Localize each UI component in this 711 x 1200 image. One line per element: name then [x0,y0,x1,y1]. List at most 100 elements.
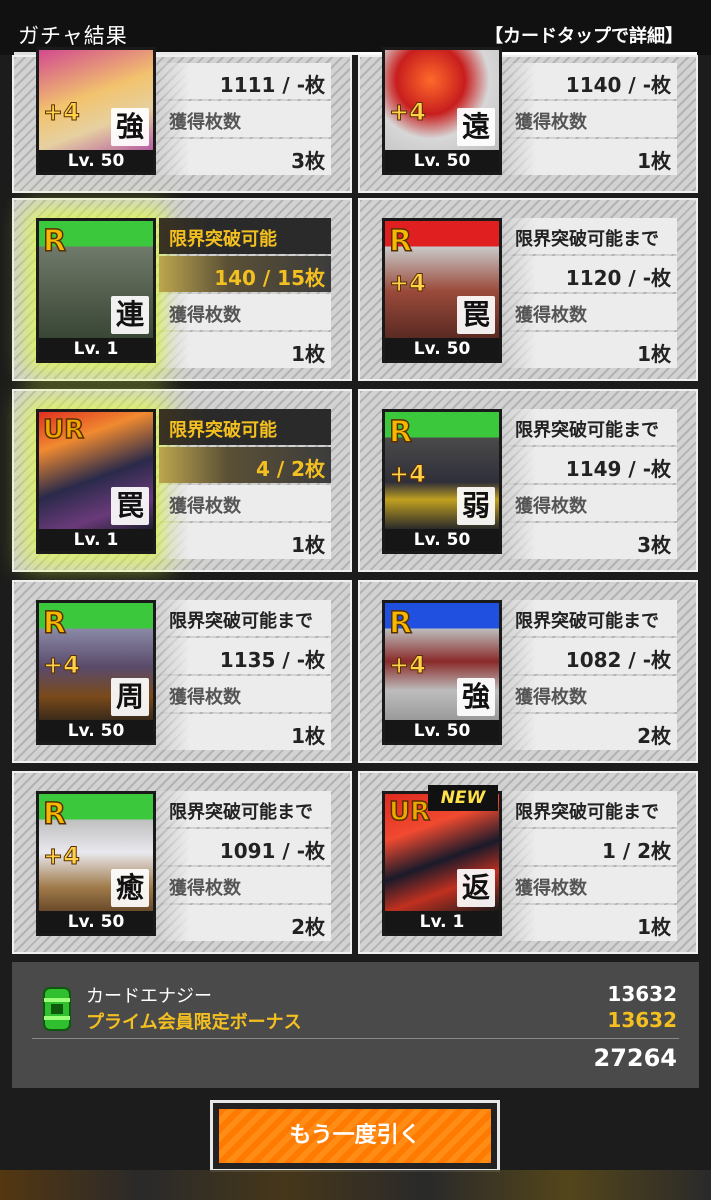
card-level: Lv. 50 [385,338,499,360]
acquired-label-row: 獲得枚数 [159,485,331,521]
acquired-count-row: 2枚 [159,905,331,941]
card-level: Lv. 50 [39,150,153,172]
progress-value: 1135 / -枚 [219,648,325,672]
rank-badge: R [42,223,67,260]
progress-row: 1111 / -枚 [159,63,331,99]
card-type-kanji: 強 [457,678,495,716]
card-thumbnail[interactable]: R +4 弱 Lv. 50 [382,409,502,554]
acquired-count: 1枚 [637,915,671,939]
acquired-count-row: 1枚 [159,714,331,750]
card-result[interactable]: R 連 Lv. 1 限界突破可能 140 / 15枚 獲得枚数 1枚 [12,198,352,381]
rank-badge: R [42,796,67,833]
card-thumbnail[interactable]: +4 遠 Lv. 50 [382,47,502,175]
card-level: Lv. 1 [39,529,153,551]
acquired-count: 3枚 [291,149,325,173]
rank-badge: UR [388,796,431,828]
acquired-label-row: 獲得枚数 [505,676,677,712]
acquired-label-row: 獲得枚数 [159,294,331,330]
card-thumbnail[interactable]: UR 返 Lv. 1 [382,791,502,936]
limit-break-status: 限界突破可能まで [505,600,677,636]
card-type-kanji: 罠 [457,296,495,334]
limit-break-status: 限界突破可能 [159,218,331,254]
card-level: Lv. 50 [39,911,153,933]
acquired-count: 1枚 [291,342,325,366]
energy-value: 13632 [607,982,677,1006]
acquired-count: 2枚 [291,915,325,939]
card-plus: +4 [43,651,81,680]
progress-value: 1091 / -枚 [219,839,325,863]
acquired-count-row: 1枚 [505,139,677,175]
card-result[interactable]: +4 遠 Lv. 50 1140 / -枚 獲得枚数 1枚 [358,47,698,193]
rank-badge: R [388,414,413,451]
progress-value: 1111 / -枚 [219,73,325,97]
acquired-count-row: 1枚 [159,332,331,368]
card-energy-panel: カードエナジー プライム会員限定ボーナス 13632 13632 27264 [12,962,699,1088]
status-label: 限界突破可能まで [515,229,659,250]
card-type-kanji: 周 [111,678,149,716]
acquired-count: 2枚 [637,724,671,748]
card-type-kanji: 強 [111,108,149,146]
card-type-kanji: 癒 [111,869,149,907]
rank-badge: R [42,605,67,642]
draw-again-button[interactable]: もう一度引く [210,1100,500,1172]
progress-value: 1120 / -枚 [565,266,671,290]
acquired-label-row: 獲得枚数 [159,101,331,137]
acquired-count-row: 3枚 [505,523,677,559]
card-level: Lv. 1 [385,911,499,933]
limit-break-status: 限界突破可能まで [505,218,677,254]
acquired-label-row: 獲得枚数 [505,294,677,330]
card-result[interactable]: UR 返 Lv. 1 NEW 限界突破可能まで 1 / 2枚 獲得枚数 1枚 [358,771,698,954]
card-type-kanji: 弱 [457,487,495,525]
acquired-label: 獲得枚数 [169,112,241,133]
card-result[interactable]: R +4 強 Lv. 50 限界突破可能まで 1082 / -枚 獲得枚数 2枚 [358,580,698,763]
card-result[interactable]: R +4 癒 Lv. 50 限界突破可能まで 1091 / -枚 獲得枚数 2枚 [12,771,352,954]
card-type-kanji: 遠 [457,108,495,146]
acquired-label: 獲得枚数 [169,496,241,517]
acquired-label: 獲得枚数 [515,305,587,326]
acquired-label-row: 獲得枚数 [159,867,331,903]
status-label: 限界突破可能 [169,420,277,441]
card-result[interactable]: +4 強 Lv. 50 1111 / -枚 獲得枚数 3枚 [12,47,352,193]
limit-break-status: 限界突破可能 [159,409,331,445]
card-level: Lv. 50 [385,529,499,551]
acquired-label-row: 獲得枚数 [505,101,677,137]
energy-divider [32,1038,679,1039]
card-result[interactable]: R +4 周 Lv. 50 限界突破可能まで 1135 / -枚 獲得枚数 1枚 [12,580,352,763]
card-thumbnail[interactable]: R +4 周 Lv. 50 [36,600,156,745]
progress-value: 1082 / -枚 [565,648,671,672]
card-type-kanji: 罠 [111,487,149,525]
card-level: Lv. 50 [39,720,153,742]
acquired-count-row: 3枚 [159,139,331,175]
status-label: 限界突破可能まで [169,802,313,823]
card-thumbnail[interactable]: UR 罠 Lv. 1 [36,409,156,554]
limit-break-status: 限界突破可能まで [505,409,677,445]
status-label: 限界突破可能 [169,229,277,250]
progress-row: 1149 / -枚 [505,447,677,483]
acquired-count-row: 1枚 [505,332,677,368]
card-thumbnail[interactable]: +4 強 Lv. 50 [36,47,156,175]
status-label: 限界突破可能まで [515,611,659,632]
card-result[interactable]: R +4 弱 Lv. 50 限界突破可能まで 1149 / -枚 獲得枚数 3枚 [358,389,698,572]
progress-row: 1082 / -枚 [505,638,677,674]
card-thumbnail[interactable]: R +4 強 Lv. 50 [382,600,502,745]
card-result[interactable]: UR 罠 Lv. 1 限界突破可能 4 / 2枚 獲得枚数 1枚 [12,389,352,572]
background-menu-strip [0,1170,711,1200]
card-result[interactable]: R +4 罠 Lv. 50 限界突破可能まで 1120 / -枚 獲得枚数 1枚 [358,198,698,381]
card-thumbnail[interactable]: R +4 罠 Lv. 50 [382,218,502,363]
limit-break-status: 限界突破可能まで [505,791,677,827]
prime-bonus-label: プライム会員限定ボーナス [86,1012,302,1033]
status-label: 限界突破可能まで [169,611,313,632]
card-level: Lv. 1 [39,338,153,360]
progress-row: 1140 / -枚 [505,63,677,99]
acquired-label: 獲得枚数 [169,687,241,708]
progress-value: 1140 / -枚 [565,73,671,97]
card-level: Lv. 50 [385,720,499,742]
card-thumbnail[interactable]: R 連 Lv. 1 [36,218,156,363]
progress-row: 1091 / -枚 [159,829,331,865]
acquired-label: 獲得枚数 [515,687,587,708]
status-label: 限界突破可能まで [515,420,659,441]
card-plus: +4 [389,269,427,298]
progress-value: 140 / 15枚 [214,266,325,290]
acquired-label-row: 獲得枚数 [505,485,677,521]
card-thumbnail[interactable]: R +4 癒 Lv. 50 [36,791,156,936]
